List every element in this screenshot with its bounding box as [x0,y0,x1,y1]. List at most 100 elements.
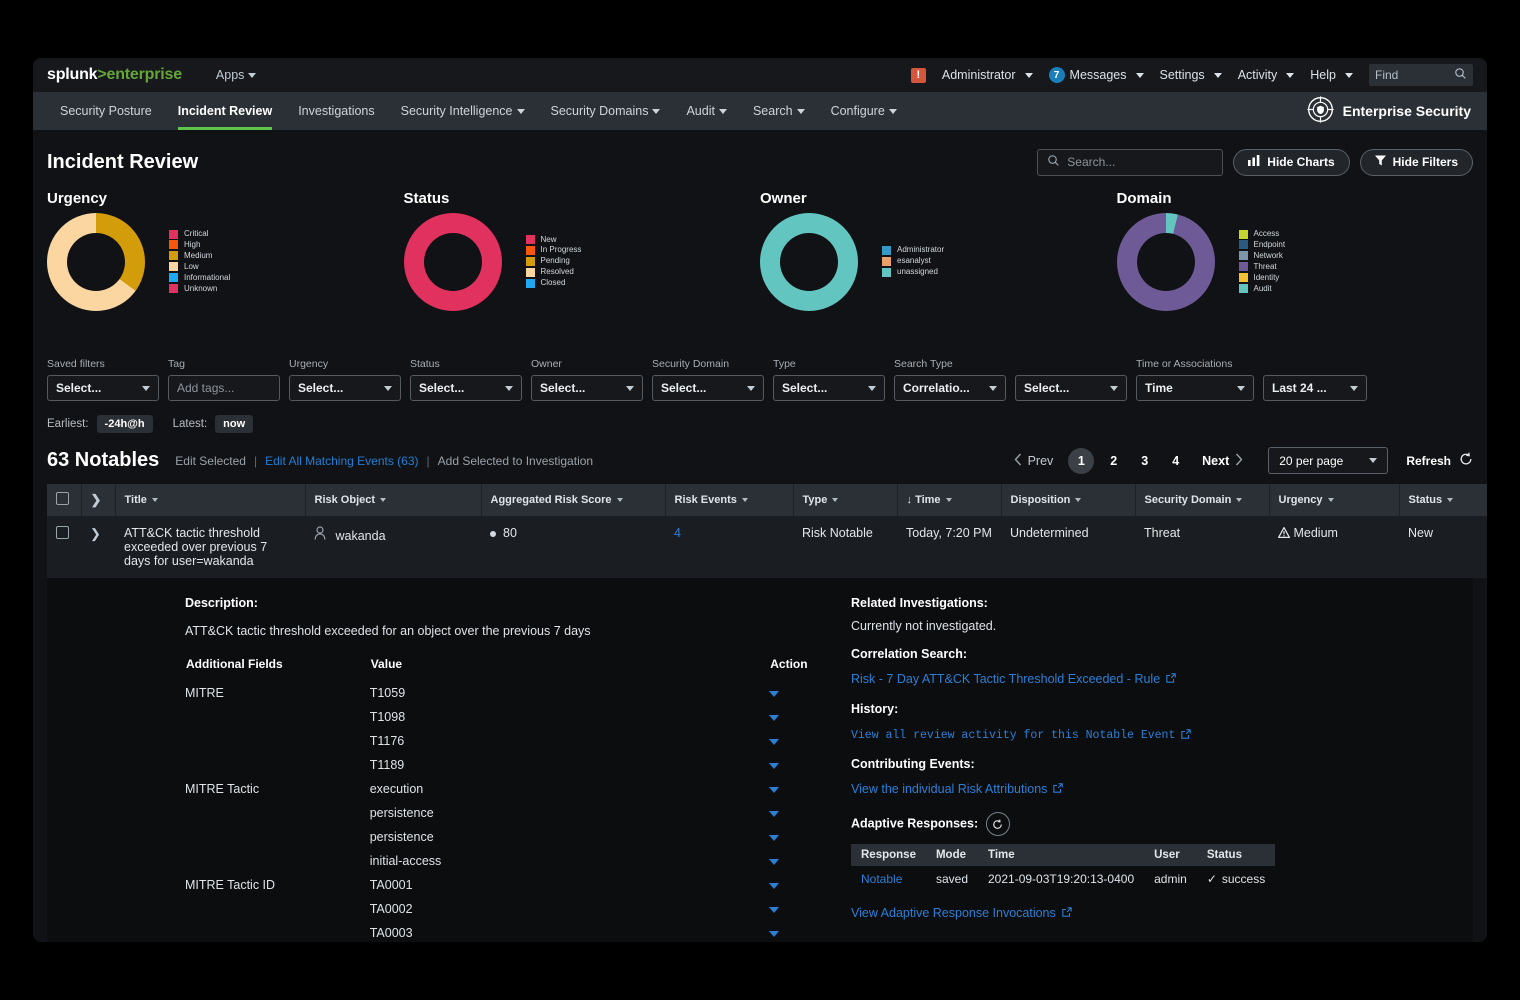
find-input[interactable]: Find [1369,64,1473,86]
select-all-checkbox[interactable] [56,492,69,505]
field-action[interactable] [769,825,827,849]
prev-page-button[interactable]: Prev [1003,453,1065,469]
splunk-logo[interactable]: splunk>enterprise [47,66,182,84]
nav-item-security-intelligence[interactable]: Security Intelligence [388,92,538,130]
field-action[interactable] [769,921,827,942]
expand-all-header[interactable]: ❯ [81,484,115,516]
earliest-value[interactable]: -24h@h [97,415,153,433]
row-select-cell[interactable] [47,516,81,578]
owner-select[interactable]: Select... [531,375,643,401]
add-selected-to-investigation-link[interactable]: Add Selected to Investigation [438,454,593,468]
administrator-menu[interactable]: Administrator [942,68,1033,82]
legend-item[interactable]: Informational [169,273,230,283]
hide-charts-button[interactable]: Hide Charts [1233,149,1349,176]
legend-item[interactable]: Resolved [526,267,582,277]
legend-item[interactable]: Closed [526,278,582,288]
legend-item[interactable]: Audit [1239,284,1286,294]
next-page-button[interactable]: Next [1191,453,1254,469]
column-header-aggregated-risk-score[interactable]: Aggregated Risk Score [481,484,665,516]
donut-chart-urgency[interactable] [47,213,145,311]
messages-menu[interactable]: 7 Messages [1049,67,1144,83]
search-type-secondary-select[interactable]: Select... [1015,375,1127,401]
legend-item[interactable]: High [169,240,230,250]
column-header-risk-events[interactable]: Risk Events [665,484,793,516]
security-domain-select[interactable]: Select... [652,375,764,401]
nav-item-investigations[interactable]: Investigations [285,92,387,130]
search-input[interactable]: Search... [1037,149,1223,176]
legend-item[interactable]: Threat [1239,262,1286,272]
edit-all-matching-events-link[interactable]: Edit All Matching Events (63) [265,454,418,468]
row-checkbox[interactable] [56,526,69,539]
legend-item[interactable]: unassigned [882,267,944,277]
donut-chart-domain[interactable] [1117,213,1215,311]
page-button-4[interactable]: 4 [1160,454,1191,468]
legend-item[interactable]: New [526,235,582,245]
legend-item[interactable]: Access [1239,229,1286,239]
column-header-time[interactable]: ↓ Time [897,484,1001,516]
latest-value[interactable]: now [215,415,253,433]
field-action[interactable] [769,681,827,705]
refresh-button[interactable]: Refresh [1406,452,1473,469]
legend-item[interactable]: Identity [1239,273,1286,283]
type-select[interactable]: Select... [773,375,885,401]
field-action[interactable] [769,729,827,753]
column-header-disposition[interactable]: Disposition [1001,484,1135,516]
time-or-associations-select[interactable]: Time [1136,375,1254,401]
select-all-header[interactable] [47,484,81,516]
nav-item-search[interactable]: Search [740,92,818,130]
field-action[interactable] [769,753,827,777]
urgency-select[interactable]: Select... [289,375,401,401]
legend-item[interactable]: esanalyst [882,257,944,267]
column-header-urgency[interactable]: Urgency [1269,484,1399,516]
apps-menu[interactable]: Apps [216,68,257,82]
risk-events-link[interactable]: 4 [674,526,681,540]
status-select[interactable]: Select... [410,375,522,401]
legend-item[interactable]: Administrator [882,246,944,256]
correlation-search-link[interactable]: Risk - 7 Day ATT&CK Tactic Threshold Exc… [851,672,1176,686]
column-header-risk-object[interactable]: Risk Object [305,484,481,516]
legend-item[interactable]: Network [1239,251,1286,261]
nav-item-security-posture[interactable]: Security Posture [47,92,165,130]
nav-item-incident-review[interactable]: Incident Review [165,92,285,130]
donut-chart-owner[interactable] [760,213,858,311]
legend-item[interactable]: Medium [169,251,230,261]
hide-filters-button[interactable]: Hide Filters [1360,149,1473,176]
table-row[interactable]: ❯ ATT&CK tactic threshold exceeded over … [47,516,1487,578]
page-button-3[interactable]: 3 [1129,454,1160,468]
nav-item-configure[interactable]: Configure [818,92,910,130]
field-action[interactable] [769,873,827,897]
help-menu[interactable]: Help [1310,68,1353,82]
per-page-select[interactable]: 20 per page [1268,447,1388,474]
tag-input[interactable]: Add tags... [168,375,280,401]
field-action[interactable] [769,705,827,729]
legend-item[interactable]: Critical [169,229,230,239]
legend-item[interactable]: Low [169,262,230,272]
history-link[interactable]: View all review activity for this Notabl… [851,729,1191,743]
saved-filters-select[interactable]: Select... [47,375,159,401]
nav-item-security-domains[interactable]: Security Domains [538,92,674,130]
column-header-title[interactable]: Title [115,484,305,516]
legend-item[interactable]: Unknown [169,284,230,294]
time-range-select[interactable]: Last 24 ... [1263,375,1367,401]
alert-badge-icon[interactable]: ! [911,68,926,83]
activity-menu[interactable]: Activity [1238,68,1295,82]
nav-item-audit[interactable]: Audit [673,92,740,130]
field-action[interactable] [769,849,827,873]
legend-item[interactable]: Pending [526,257,582,267]
column-header-type[interactable]: Type [793,484,897,516]
column-header-status[interactable]: Status [1399,484,1487,516]
adaptive-response-invocations-link[interactable]: View Adaptive Response Invocations [851,906,1072,920]
contributing-events-link[interactable]: View the individual Risk Attributions [851,782,1063,796]
column-header-security-domain[interactable]: Security Domain [1135,484,1269,516]
page-button-2[interactable]: 2 [1098,454,1129,468]
row-expand-cell[interactable]: ❯ [81,516,115,578]
page-button-1[interactable]: 1 [1068,448,1094,474]
adaptive-cell-response[interactable]: Notable [851,866,926,892]
field-action[interactable] [769,801,827,825]
donut-chart-status[interactable] [404,213,502,311]
field-action[interactable] [769,897,827,921]
legend-item[interactable]: Endpoint [1239,240,1286,250]
settings-menu[interactable]: Settings [1160,68,1222,82]
edit-selected-link[interactable]: Edit Selected [175,454,246,468]
adaptive-responses-refresh-button[interactable] [986,812,1010,836]
